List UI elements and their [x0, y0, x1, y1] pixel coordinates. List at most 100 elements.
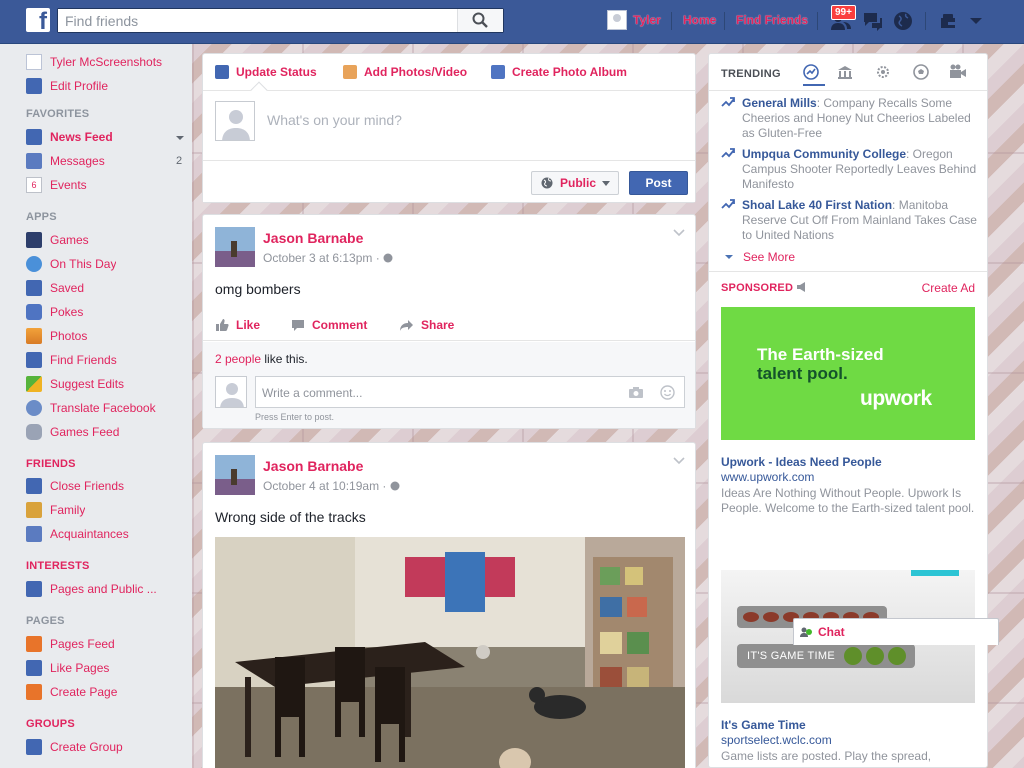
- post-button[interactable]: Post: [629, 171, 688, 195]
- share-button[interactable]: Share: [399, 318, 454, 332]
- home-link[interactable]: Home: [683, 13, 716, 27]
- ad-url[interactable]: sportselect.wclc.com: [721, 733, 832, 747]
- entertainment-camera-icon[interactable]: [949, 64, 966, 80]
- chat-sidebar-tab[interactable]: Chat: [793, 618, 999, 645]
- comment-hint: Press Enter to post.: [255, 412, 335, 422]
- sidebar-item-create-group[interactable]: Create Group: [26, 737, 190, 757]
- sidebar-item-find-friends[interactable]: Find Friends: [26, 350, 190, 370]
- sidebar-item-profile[interactable]: Tyler McScreenshots: [26, 52, 190, 72]
- sidebar-item-translate-facebook[interactable]: Translate Facebook: [26, 398, 190, 418]
- ad-title[interactable]: Upwork - Ideas Need People: [721, 455, 882, 469]
- sidebar-item-close-friends[interactable]: Close Friends: [26, 476, 190, 496]
- camera-icon[interactable]: [628, 386, 644, 399]
- flag-icon: [26, 636, 42, 652]
- trending-item[interactable]: Umpqua Community College: Oregon Campus …: [721, 147, 979, 192]
- sidebar-item-label: Suggest Edits: [50, 377, 125, 391]
- sidebar-item-acquaintances[interactable]: Acquaintances: [26, 524, 190, 544]
- create-ad-link[interactable]: Create Ad: [922, 281, 975, 295]
- trending-topic[interactable]: Shoal Lake 40 First Nation: [742, 198, 892, 212]
- trending-topic[interactable]: Umpqua Community College: [742, 147, 906, 161]
- sidebar-item-on-this-day[interactable]: On This Day: [26, 254, 190, 274]
- status-input[interactable]: What's on your mind?: [267, 112, 402, 128]
- sidebar-item-messages[interactable]: Messages: [26, 151, 190, 171]
- likes-count-link[interactable]: 2 people: [215, 352, 261, 366]
- search-input[interactable]: [58, 9, 458, 32]
- plus-group-icon: [26, 739, 42, 755]
- profile-link[interactable]: Tyler: [633, 13, 661, 27]
- sidebar-section-friends[interactable]: FRIENDS: [26, 458, 76, 470]
- sidebar-item-photos[interactable]: Photos: [26, 326, 190, 346]
- status-composer: Update Status Add Photos/Video Create Ph…: [202, 53, 696, 203]
- sidebar-item-label: Tyler McScreenshots: [50, 55, 163, 69]
- post-options-chevron-icon[interactable]: [673, 457, 685, 465]
- tab-create-photo-album[interactable]: Create Photo Album: [491, 65, 627, 79]
- post-timestamp[interactable]: October 3 at 6:13pm ·: [263, 251, 393, 265]
- sidebar-item-like-pages[interactable]: Like Pages: [26, 658, 190, 678]
- facebook-logo[interactable]: f: [26, 8, 50, 32]
- author-avatar[interactable]: [215, 227, 255, 267]
- science-tech-icon[interactable]: [875, 64, 891, 80]
- trending-item[interactable]: General Mills: Company Recalls Some Chee…: [721, 96, 979, 141]
- sidebar-section-groups[interactable]: GROUPS: [26, 718, 75, 730]
- trending-category-tabs: [803, 64, 979, 84]
- plus-page-icon: [26, 684, 42, 700]
- comment-placeholder: Write a comment...: [262, 386, 363, 400]
- public-globe-icon: [383, 253, 393, 263]
- star-friends-icon: [26, 478, 42, 494]
- album-icon: [491, 65, 505, 79]
- trending-top-icon[interactable]: [803, 64, 819, 80]
- ad-banner-text: IT'S GAME TIME: [747, 650, 835, 662]
- sidebar-item-games[interactable]: Games: [26, 230, 190, 250]
- ad-title[interactable]: It's Game Time: [721, 718, 806, 732]
- comment-input[interactable]: Write a comment...: [255, 376, 685, 408]
- account-menu-chevron-icon[interactable]: [964, 10, 988, 32]
- post-options-chevron-icon[interactable]: [673, 229, 685, 237]
- sidebar-item-saved[interactable]: Saved: [26, 278, 190, 298]
- sidebar-item-suggest-edits[interactable]: Suggest Edits: [26, 374, 190, 394]
- see-more-link[interactable]: See More: [725, 250, 795, 264]
- author-avatar[interactable]: [215, 455, 255, 495]
- sidebar-item-news-feed[interactable]: News Feed: [26, 127, 190, 147]
- post-photo[interactable]: [215, 537, 685, 768]
- sidebar-item-create-page[interactable]: Create Page: [26, 682, 190, 702]
- search-button[interactable]: [457, 9, 503, 32]
- user-avatar[interactable]: [607, 10, 627, 30]
- sidebar-item-pages-and-public[interactable]: Pages and Public ...: [26, 579, 190, 599]
- notifications-globe-icon[interactable]: [891, 10, 915, 32]
- like-button[interactable]: Like: [215, 318, 260, 332]
- find-friends-link[interactable]: Find Friends: [736, 13, 808, 27]
- right-column: TRENDING General Mills: Company Recalls …: [708, 53, 988, 768]
- privacy-selector[interactable]: Public: [531, 171, 619, 195]
- post-timestamp[interactable]: October 4 at 10:19am ·: [263, 479, 400, 493]
- privacy-shortcuts-icon[interactable]: [938, 10, 962, 32]
- sidebar-item-edit-profile[interactable]: Edit Profile: [26, 76, 190, 96]
- sidebar-item-family[interactable]: Family: [26, 500, 190, 520]
- pencil-icon: [215, 65, 229, 79]
- news-feed-icon: [26, 129, 42, 145]
- author-name[interactable]: Jason Barnabe: [263, 230, 363, 246]
- privacy-label: Public: [560, 176, 597, 190]
- clock-icon: [26, 256, 42, 272]
- news-feed-options-icon[interactable]: [176, 136, 184, 144]
- sidebar-section-interests[interactable]: INTERESTS: [26, 560, 90, 572]
- composer-avatar: [215, 101, 255, 141]
- politics-icon[interactable]: [837, 64, 853, 80]
- author-name[interactable]: Jason Barnabe: [263, 458, 363, 474]
- ad-image-upwork[interactable]: The Earth-sized talent pool. upwork: [721, 307, 975, 440]
- trending-topic[interactable]: General Mills: [742, 96, 817, 110]
- sidebar-item-pages-feed[interactable]: Pages Feed: [26, 634, 190, 654]
- messages-icon[interactable]: [861, 10, 885, 32]
- sidebar-item-games-feed[interactable]: Games Feed: [26, 422, 190, 442]
- sidebar-item-events[interactable]: 6 Events: [26, 175, 190, 195]
- sports-soccer-icon[interactable]: [913, 64, 929, 80]
- trending-item[interactable]: Shoal Lake 40 First Nation: Manitoba Res…: [721, 198, 979, 243]
- ad-url[interactable]: www.upwork.com: [721, 470, 814, 484]
- emoji-icon[interactable]: [660, 385, 675, 400]
- like-label: Like: [236, 318, 261, 332]
- comment-button[interactable]: Comment: [291, 318, 367, 332]
- tab-update-status[interactable]: Update Status: [215, 65, 317, 79]
- sidebar-item-pokes[interactable]: Pokes: [26, 302, 190, 322]
- comment-label: Comment: [312, 318, 368, 332]
- sidebar-item-label: Create Page: [50, 685, 118, 699]
- tab-add-photos-video[interactable]: Add Photos/Video: [343, 65, 467, 79]
